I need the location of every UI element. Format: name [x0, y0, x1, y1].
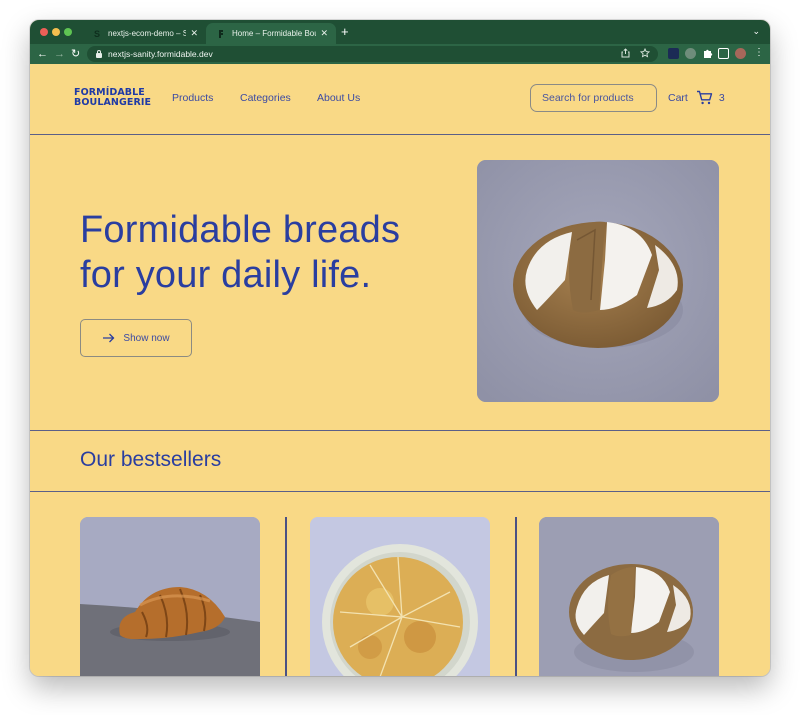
arrow-right-icon — [102, 333, 115, 343]
cart-count: 3 — [718, 91, 725, 104]
hero-title-line-1: Formidable breads — [80, 209, 401, 251]
window-minimize-button[interactable] — [52, 28, 60, 36]
search-input[interactable] — [530, 84, 657, 112]
nav-products[interactable]: Products — [172, 92, 213, 104]
page-content: FORMÍDABLE BOULANGERIE Products Categori… — [30, 64, 770, 676]
hero-section: Formidable breads for your daily life. S… — [30, 136, 770, 431]
card-divider — [285, 517, 287, 676]
product-card-focaccia[interactable] — [310, 517, 490, 676]
window-close-button[interactable] — [40, 28, 48, 36]
share-icon[interactable] — [621, 48, 630, 58]
browser-window: S nextjs-ecom-demo – Sanity ✕ Home – For… — [30, 20, 770, 676]
close-icon[interactable]: ✕ — [190, 28, 198, 39]
cart-label: Cart — [668, 91, 688, 104]
logo-line-2: BOULANGERIE — [74, 97, 152, 108]
nav-about-us[interactable]: About Us — [317, 92, 360, 104]
tab-strip: S nextjs-ecom-demo – Sanity ✕ Home – For… — [30, 20, 770, 44]
formidable-f-icon — [216, 29, 226, 39]
new-tab-button[interactable]: + — [341, 24, 349, 40]
tab-home[interactable]: Home – Formidable Boulangerie ✕ — [206, 23, 336, 44]
bestsellers-header: Our bestsellers — [30, 432, 770, 492]
card-divider — [515, 517, 517, 676]
bestsellers-title: Our bestsellers — [80, 448, 222, 471]
cart-icon — [696, 90, 713, 105]
tab-title: Home – Formidable Boulangerie — [232, 29, 316, 38]
hero-bread-image — [477, 160, 719, 402]
profile-avatar[interactable] — [735, 48, 746, 59]
tab-search-chevron-icon[interactable]: ⌄ — [752, 26, 760, 37]
close-icon[interactable]: ✕ — [320, 28, 328, 39]
show-now-label: Show now — [123, 332, 170, 344]
sanity-s-icon: S — [93, 28, 100, 39]
url-text[interactable]: nextjs-sanity.formidable.dev — [108, 49, 213, 59]
back-button[interactable]: ← — [37, 46, 48, 62]
site-logo[interactable]: FORMÍDABLE BOULANGERIE — [74, 88, 151, 108]
forward-button[interactable]: → — [54, 46, 65, 62]
extension-1-icon[interactable] — [668, 48, 679, 59]
browser-menu-icon[interactable]: ⋮ — [754, 47, 764, 58]
lock-icon — [96, 49, 102, 58]
cart-button[interactable]: Cart 3 — [668, 90, 725, 105]
address-bar[interactable]: nextjs-sanity.formidable.dev — [87, 46, 658, 62]
bookmark-star-icon[interactable] — [640, 48, 650, 58]
product-card-sourdough[interactable] — [539, 517, 719, 676]
hero-title: Formidable breads for your daily life. — [80, 208, 460, 298]
nav-categories[interactable]: Categories — [240, 92, 291, 104]
sidebar-toggle-icon[interactable] — [718, 48, 729, 59]
bestsellers-grid — [30, 493, 770, 676]
product-card-croissant[interactable] — [80, 517, 260, 676]
tab-title: nextjs-ecom-demo – Sanity — [108, 29, 187, 38]
puzzle-extensions-icon[interactable] — [702, 48, 713, 59]
window-zoom-button[interactable] — [64, 28, 72, 36]
reload-button[interactable]: ↻ — [71, 46, 80, 62]
tab-sanity[interactable]: S nextjs-ecom-demo – Sanity ✕ — [82, 23, 206, 44]
site-header: FORMÍDABLE BOULANGERIE Products Categori… — [30, 64, 770, 135]
extension-2-icon[interactable] — [685, 48, 696, 59]
show-now-button[interactable]: Show now — [80, 319, 192, 357]
browser-toolbar: ← → ↻ nextjs-sanity.formidable.dev ⋮ — [30, 44, 770, 64]
hero-title-line-2: for your daily life. — [80, 254, 372, 296]
